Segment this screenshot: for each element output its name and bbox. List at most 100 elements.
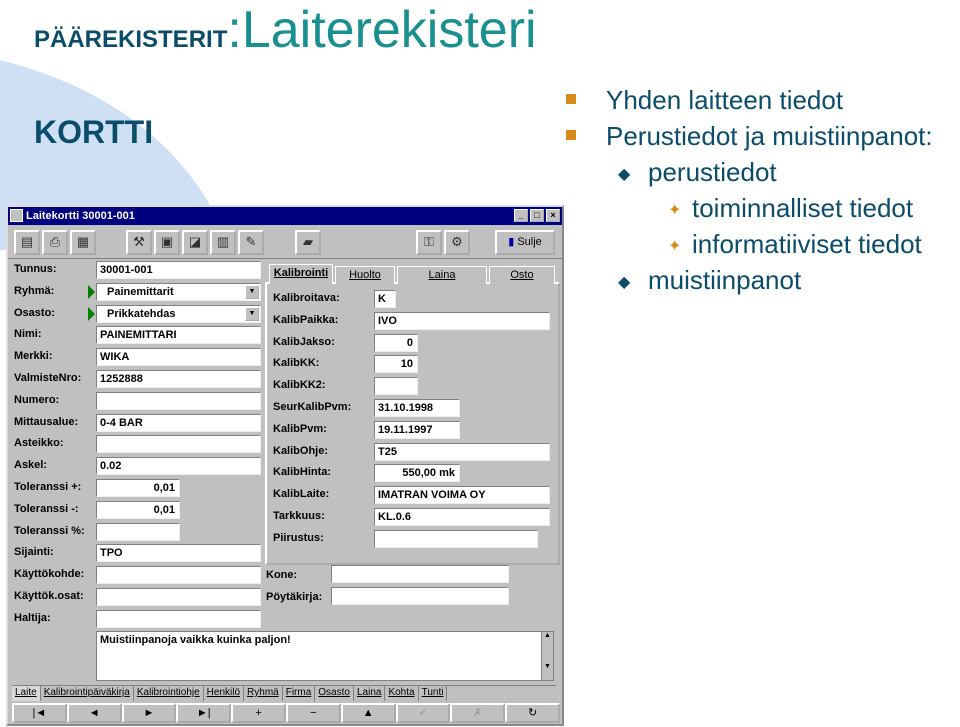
prev-record-button[interactable]: ◄: [66, 703, 122, 723]
kalib-field-input[interactable]: [374, 529, 538, 548]
kalib-field-input[interactable]: KL.0.6: [374, 508, 550, 526]
folder-icon[interactable]: ▰: [295, 230, 321, 255]
tab-huolto[interactable]: Huolto: [335, 266, 395, 284]
close-window-button[interactable]: ×: [546, 209, 560, 222]
tab-kalibrointi[interactable]: Kalibrointi: [269, 264, 333, 284]
kalib-field-input[interactable]: IMATRAN VOIMA OY: [374, 486, 550, 505]
field-input[interactable]: Painemittarit ▼: [96, 282, 261, 301]
bottom-tab-bar: Laite Kalibrointipäiväkirja Kalibrointiohj…: [12, 685, 556, 701]
field-label: Merkki:: [14, 350, 53, 363]
refresh-button[interactable]: ↻: [505, 703, 560, 723]
scroll-up-icon[interactable]: ▲: [542, 632, 553, 639]
window-title: Laitekortti 30001-001: [26, 210, 135, 222]
kalib-field-input[interactable]: 0: [374, 333, 418, 352]
clipboard-icon[interactable]: ▣: [154, 230, 180, 255]
record-navigator: |◄ ◄ ► ►| + − ▲ ✓ ✗ ↻: [12, 703, 560, 723]
field-input[interactable]: 0,01: [96, 479, 180, 497]
kalib-field-input[interactable]: K: [374, 290, 396, 308]
bottom-tab[interactable]: Laina: [354, 686, 386, 701]
kalib-field-input[interactable]: 550,00 mk: [374, 464, 460, 483]
kalib-field-label: Piirustus:: [273, 531, 324, 544]
print-icon[interactable]: ⎙: [42, 230, 68, 255]
sulje-label: Sulje: [517, 236, 542, 248]
up-button[interactable]: ▲: [340, 703, 396, 723]
kone-field[interactable]: [331, 565, 509, 583]
field-label: Ryhmä:: [14, 284, 55, 297]
kalib-field-input[interactable]: T25: [374, 442, 550, 461]
poytakirja-field[interactable]: [331, 587, 509, 605]
delete-record-button[interactable]: −: [285, 703, 341, 723]
card-icon[interactable]: ▤: [14, 230, 40, 255]
field-input[interactable]: [96, 566, 261, 585]
chevron-down-icon[interactable]: ▼: [245, 306, 259, 321]
bottom-tab[interactable]: Ryhmä: [244, 686, 283, 701]
field-input[interactable]: [96, 522, 180, 541]
field-input[interactable]: Prikkatehdas ▼: [96, 304, 261, 323]
next-record-button[interactable]: ►: [121, 703, 177, 723]
minimize-button[interactable]: _: [514, 209, 528, 222]
cancel-button[interactable]: ✗: [450, 703, 506, 723]
kalib-field-input[interactable]: IVO: [374, 311, 550, 330]
kalib-field-value: 31.10.1998: [378, 402, 434, 414]
slide-subtitle: KORTTI: [34, 114, 154, 150]
bottom-tab[interactable]: Firma: [283, 686, 316, 701]
chart-icon[interactable]: ▦: [70, 230, 96, 255]
window-titlebar[interactable]: Laitekortti 30001-001 _ □ ×: [8, 207, 562, 225]
kalib-field-value: IMATRAN VOIMA OY: [378, 489, 486, 502]
key-icon[interactable]: ⚿: [416, 230, 442, 255]
sulje-button[interactable]: ▮ Sulje: [495, 230, 555, 255]
field-input[interactable]: 0-4 BAR: [96, 413, 261, 432]
maximize-button[interactable]: □: [530, 209, 544, 222]
memo-scrollbar[interactable]: ▲ ▼: [541, 632, 553, 680]
bottom-tab[interactable]: Tunti: [419, 686, 448, 701]
scroll-down-icon[interactable]: ▼: [542, 663, 553, 670]
field-label: Askel:: [14, 459, 48, 472]
field-value: 0.02: [100, 460, 122, 473]
field-input[interactable]: WIKA: [96, 348, 261, 367]
bottom-tab[interactable]: Kohta: [385, 686, 419, 701]
kalib-field-input[interactable]: [374, 377, 418, 396]
edit-icon[interactable]: ✎: [238, 230, 264, 255]
bottom-tab[interactable]: Osasto: [315, 686, 354, 701]
field-input[interactable]: [96, 435, 261, 454]
field-input[interactable]: [96, 588, 261, 606]
muistio-textarea[interactable]: Muistiinpanoja vaikka kuinka paljon! ▲ ▼: [96, 631, 554, 681]
kalib-field-input[interactable]: 19.11.1997: [374, 420, 460, 439]
bottom-tab[interactable]: Henkilö: [204, 686, 245, 701]
accept-button[interactable]: ✓: [395, 703, 451, 723]
tools-icon[interactable]: ⚒: [126, 230, 152, 255]
bottom-tab[interactable]: Laite: [12, 686, 41, 701]
table-icon[interactable]: ▥: [210, 230, 236, 255]
field-value: 0-4 BAR: [100, 416, 143, 429]
kalib-field-value: 19.11.1997: [378, 423, 433, 436]
diamond-bullet-icon: ◆: [618, 274, 631, 291]
add-record-button[interactable]: +: [231, 703, 286, 723]
system-menu-icon[interactable]: [10, 209, 23, 222]
tab-osto[interactable]: Osto: [489, 266, 555, 284]
kalib-field-value: K: [378, 293, 386, 305]
field-input[interactable]: 0,01: [96, 500, 180, 519]
field-input[interactable]: [96, 391, 261, 410]
kalib-field-input[interactable]: 10: [374, 355, 418, 374]
last-record-button[interactable]: ►|: [176, 703, 232, 723]
tab-laina[interactable]: Laina: [397, 266, 487, 284]
field-label: Mittausalue:: [14, 415, 79, 428]
ruler-icon[interactable]: ◪: [182, 230, 208, 255]
field-input[interactable]: 1252888: [96, 370, 261, 388]
first-record-button[interactable]: |◄: [12, 703, 67, 723]
star-bullet-icon: ✦: [668, 238, 682, 255]
kalib-field-input[interactable]: 31.10.1998: [374, 399, 460, 417]
field-input[interactable]: PAINEMITTARI: [96, 326, 261, 345]
kalibrointi-panel: Kalibrointi Huolto Laina Osto Kalibroita…: [265, 264, 560, 565]
field-input[interactable]: TPO: [96, 544, 261, 563]
muistio-text: Muistiinpanoja vaikka kuinka paljon!: [100, 634, 291, 646]
bullet-item: ◆ perustiedot: [560, 154, 933, 190]
bottom-tab[interactable]: Kalibrointipäiväkirja: [41, 686, 134, 701]
field-input[interactable]: [96, 609, 261, 628]
field-input[interactable]: 30001-001: [96, 261, 261, 279]
field-input[interactable]: 0.02: [96, 457, 261, 476]
bullet-text: muistiinpanot: [648, 265, 802, 295]
chevron-down-icon[interactable]: ▼: [245, 284, 259, 299]
bottom-tab[interactable]: Kalibrointiohje: [134, 686, 204, 701]
wrench-icon[interactable]: ⚙: [444, 230, 470, 255]
